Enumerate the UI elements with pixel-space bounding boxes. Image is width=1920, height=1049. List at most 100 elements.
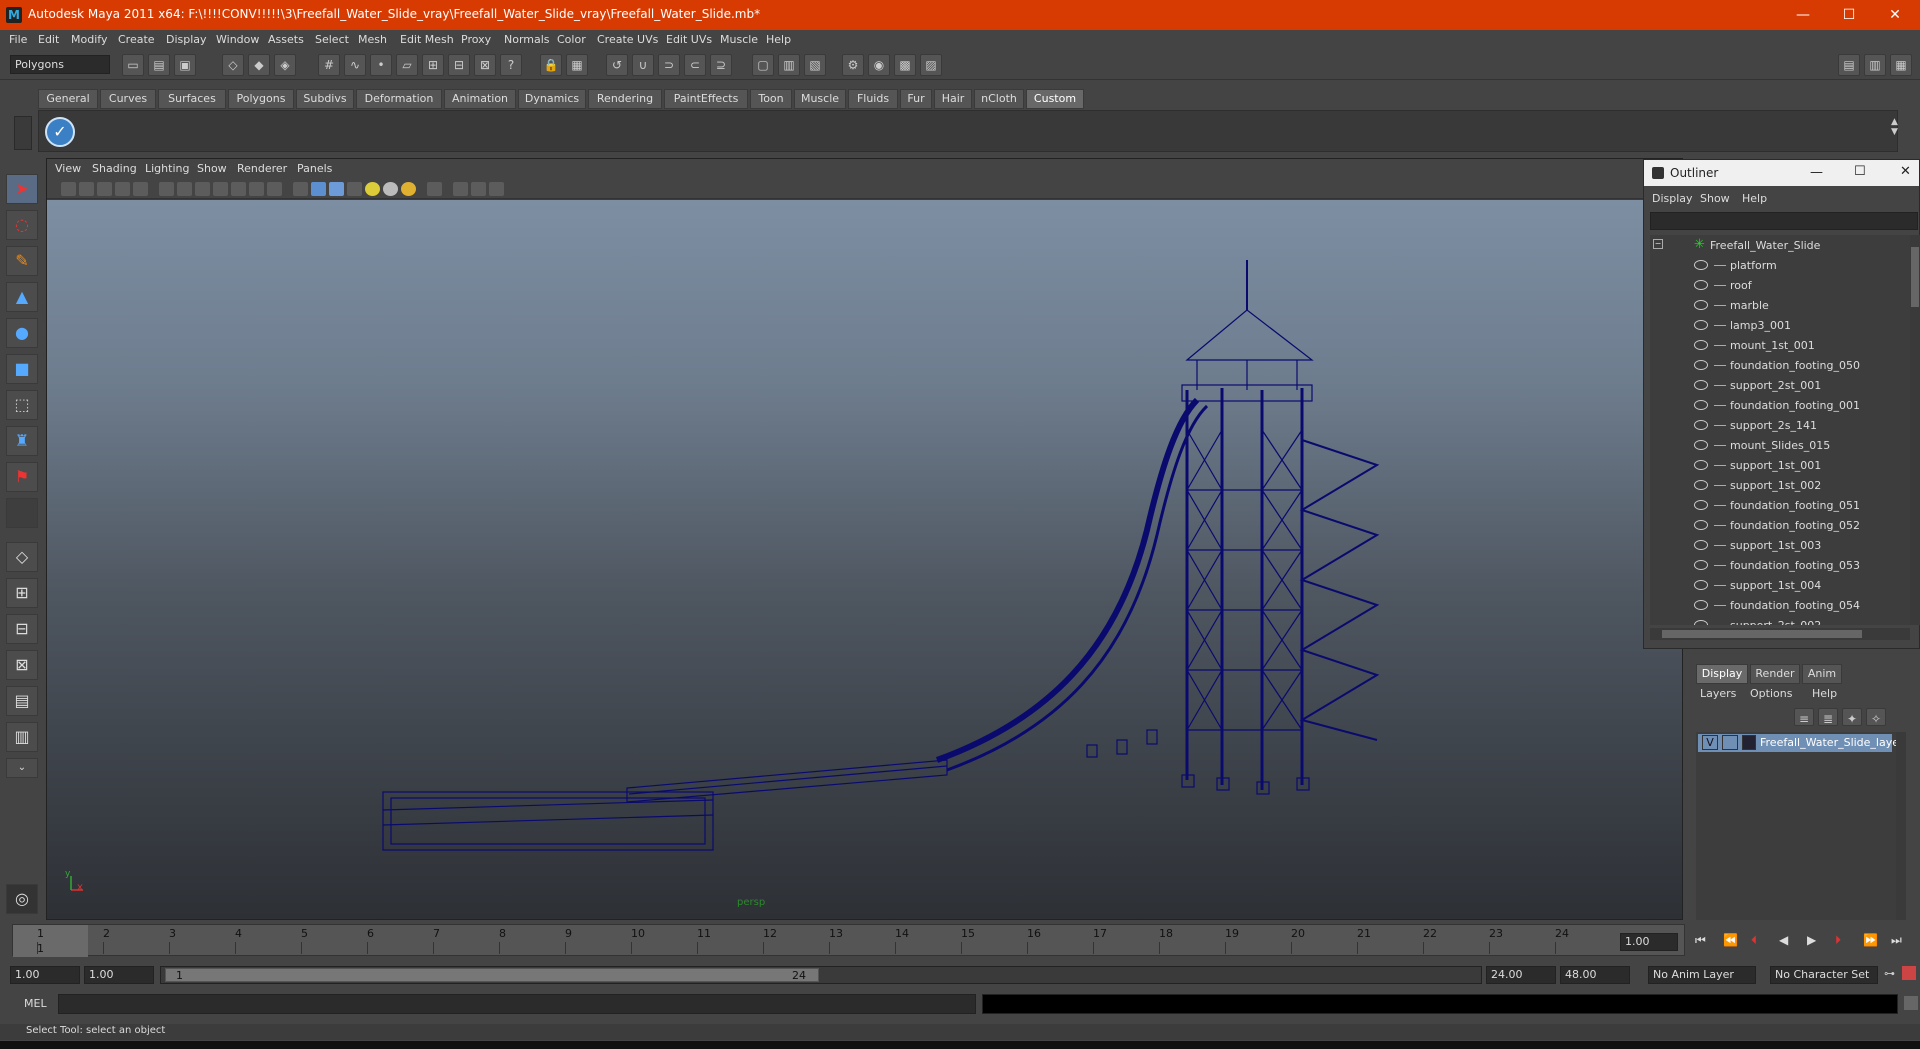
gate-mask-icon[interactable]	[213, 182, 228, 196]
playback-end-field[interactable]: 24.00	[1486, 966, 1556, 984]
menu-edit-mesh[interactable]: Edit Mesh	[400, 33, 454, 46]
shelf-tab-fur[interactable]: Fur	[900, 89, 932, 109]
new-layer-icon[interactable]: ✦	[1842, 708, 1862, 726]
paint-select-tool-icon[interactable]: ✎	[6, 246, 38, 276]
resolution-gate-icon[interactable]	[195, 182, 210, 196]
default-lighting-icon[interactable]	[365, 182, 380, 196]
bookmark-icon[interactable]	[97, 182, 112, 196]
layer-row[interactable]: V Freefall_Water_Slide_layer	[1698, 734, 1904, 752]
menu-mesh[interactable]: Mesh	[358, 33, 387, 46]
outliner-item[interactable]: lamp3_001	[1650, 316, 1910, 336]
four-view-layout-icon[interactable]: ⊞	[6, 578, 38, 608]
persp-outliner-layout-icon[interactable]: ⊟	[6, 614, 38, 644]
xray-icon[interactable]	[347, 182, 362, 196]
share-icon[interactable]	[489, 182, 504, 196]
play-forwards-icon[interactable]: ▶	[1807, 933, 1816, 947]
layout-menu-arrow-icon[interactable]: ⌄	[6, 758, 38, 778]
open-scene-icon[interactable]: ▤	[148, 54, 170, 76]
menu-set-select[interactable]: Polygons	[10, 55, 110, 74]
tool-settings-toggle-icon[interactable]: ▥	[1864, 54, 1886, 76]
camera-attributes-icon[interactable]	[79, 182, 94, 196]
menu-proxy[interactable]: Proxy	[461, 33, 491, 46]
universal-manipulator-icon[interactable]: ⬚	[6, 390, 38, 420]
shelf-tab-hair[interactable]: Hair	[934, 89, 972, 109]
magnet-icon[interactable]: ∪	[632, 54, 654, 76]
outliner-item[interactable]: support_2st_002	[1650, 616, 1910, 625]
current-time-field[interactable]: 1.00	[1620, 933, 1678, 951]
outliner-minimize-button[interactable]: —	[1810, 165, 1823, 180]
playback-start-field[interactable]: 1.00	[84, 966, 154, 984]
outliner-horizontal-scrollbar[interactable]	[1650, 628, 1910, 640]
hypershade-layout-icon[interactable]: ▤	[6, 686, 38, 716]
new-layer-selected-icon[interactable]: ✧	[1866, 708, 1886, 726]
rotate-tool-icon[interactable]: ●	[6, 318, 38, 348]
shelf-options-button[interactable]	[14, 116, 32, 150]
scale-tool-icon[interactable]: ■	[6, 354, 38, 384]
snap-live-icon[interactable]: ⊃	[658, 54, 680, 76]
outliner-item[interactable]: foundation_footing_050	[1650, 356, 1910, 376]
clapboard-icon[interactable]: ▩	[894, 54, 916, 76]
channel-box-toggle-icon[interactable]: ▦	[1890, 54, 1912, 76]
outliner-item[interactable]: support_1st_002	[1650, 476, 1910, 496]
outliner-filter-field[interactable]	[1650, 212, 1918, 230]
outliner-item[interactable]: foundation_footing_001	[1650, 396, 1910, 416]
render-settings-icon[interactable]: ⚙	[842, 54, 864, 76]
menu-modify[interactable]: Modify	[71, 33, 107, 46]
menu-display[interactable]: Display	[166, 33, 207, 46]
output-ops-icon[interactable]: ⊠	[474, 54, 496, 76]
shelf-tab-deformation[interactable]: Deformation	[356, 89, 442, 109]
script-editor-icon[interactable]	[1904, 996, 1918, 1010]
grid-icon[interactable]	[159, 182, 174, 196]
shelf-tab-toon[interactable]: Toon	[750, 89, 792, 109]
shelf-tab-general[interactable]: General	[38, 89, 98, 109]
layer-color-swatch[interactable]	[1742, 735, 1756, 750]
layer-menu-layers[interactable]: Layers	[1700, 687, 1736, 700]
all-lights-icon[interactable]	[383, 182, 398, 196]
shelf-tab-subdivs[interactable]: Subdivs	[296, 89, 354, 109]
shelf-tab-custom[interactable]: Custom	[1026, 89, 1084, 109]
single-perspective-layout-icon[interactable]: ◇	[6, 542, 38, 572]
layer-playback-toggle[interactable]	[1722, 735, 1738, 750]
outliner-item[interactable]: support_2s_141	[1650, 416, 1910, 436]
film-gate-icon[interactable]	[177, 182, 192, 196]
soft-mod-tool-icon[interactable]: ♜	[6, 426, 38, 456]
step-forward-key-icon[interactable]: ⏩	[1863, 933, 1878, 947]
step-forward-frame-icon[interactable]: ⏵	[1835, 933, 1841, 948]
outliner-item[interactable]: support_1st_001	[1650, 456, 1910, 476]
select-tool-icon[interactable]: ➤	[6, 174, 38, 204]
outliner-close-button[interactable]: ✕	[1900, 164, 1911, 179]
time-slider[interactable]: 1 2 3 4 5 6 7 8 9 10 11 12 13 14 15 16 1…	[12, 924, 1685, 957]
shelf-tab-polygons[interactable]: Polygons	[228, 89, 294, 109]
step-back-frame-icon[interactable]: ⏴	[1751, 933, 1757, 948]
menu-file[interactable]: File	[9, 33, 27, 46]
wireframe-on-shaded-icon[interactable]	[329, 182, 344, 196]
select-object-icon[interactable]: ◆	[248, 54, 270, 76]
use-lights-icon[interactable]	[401, 182, 416, 196]
outliner-item[interactable]: roof	[1650, 276, 1910, 296]
two-d-pan-icon[interactable]	[133, 182, 148, 196]
snap-toggle-icon[interactable]: ⊇	[710, 54, 732, 76]
mel-command-input[interactable]	[58, 994, 976, 1014]
outliner-item[interactable]: platform	[1650, 256, 1910, 276]
outliner-item[interactable]: support_1st_004	[1650, 576, 1910, 596]
selection-mask-icon[interactable]: ▦	[566, 54, 588, 76]
outliner-item[interactable]: support_1st_003	[1650, 536, 1910, 556]
shelf-tab-muscle[interactable]: Muscle	[794, 89, 846, 109]
snap-view-icon[interactable]: ⊂	[684, 54, 706, 76]
layer-visibility-toggle[interactable]: V	[1702, 735, 1718, 750]
panel-menu-renderer[interactable]: Renderer	[237, 162, 287, 175]
go-to-start-icon[interactable]: ⏮	[1695, 933, 1706, 948]
panel-menu-shading[interactable]: Shading	[92, 162, 137, 175]
anim-layer-select[interactable]: No Anim Layer	[1648, 966, 1756, 984]
layer-tab-display[interactable]: Display	[1696, 664, 1748, 684]
field-chart-icon[interactable]	[231, 182, 246, 196]
layer-move-up-icon[interactable]: ≡	[1794, 708, 1814, 726]
menu-help[interactable]: Help	[766, 33, 791, 46]
render-frame-icon[interactable]: ▥	[778, 54, 800, 76]
ipr-icon[interactable]: ▨	[920, 54, 942, 76]
shelf-tab-dynamics[interactable]: Dynamics	[518, 89, 586, 109]
hud-icon[interactable]	[453, 182, 468, 196]
layer-move-down-icon[interactable]: ≣	[1818, 708, 1838, 726]
range-slider-handle[interactable]: 1 24	[165, 968, 819, 982]
persp-graph-hypergraph-icon[interactable]: ▥	[6, 722, 38, 752]
